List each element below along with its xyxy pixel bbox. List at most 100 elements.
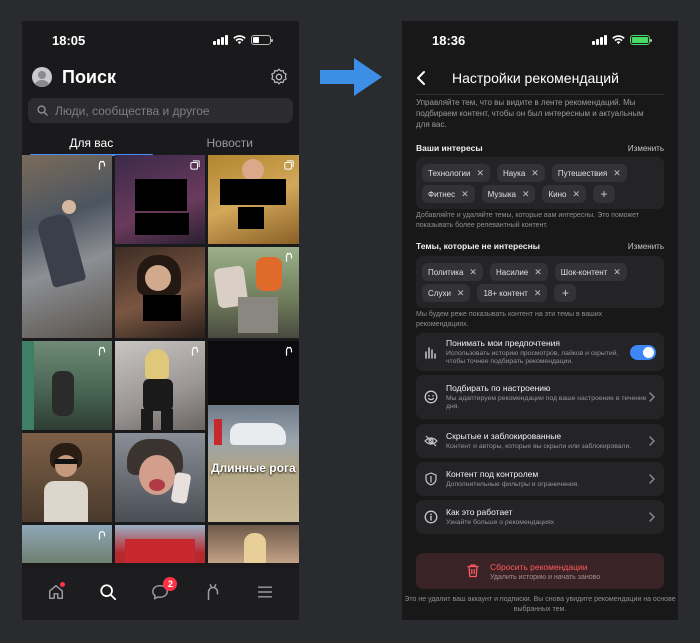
nav-clips[interactable] [198,577,228,607]
interest-chip[interactable]: Наука ✕ [497,164,545,182]
topic-chip[interactable]: Насилие ✕ [489,263,548,281]
topic-chip[interactable]: Политика ✕ [422,263,483,281]
grid-tile[interactable] [208,155,299,244]
interest-chip[interactable]: Фитнес ✕ [422,185,475,203]
interest-chip[interactable]: Кино ✕ [542,185,587,203]
reset-recommendations-button[interactable]: Сбросить рекомендации Удалить историю и … [416,553,664,589]
search-icon [37,105,48,116]
grid-tile[interactable] [208,247,299,338]
clips-icon [207,584,218,600]
chevron-right-icon [649,512,655,522]
grid-tile[interactable] [208,525,299,563]
grid-tile[interactable] [22,341,112,430]
grid-tile[interactable] [115,433,205,522]
grid-tile[interactable] [208,341,299,405]
tab-for-you[interactable]: Для вас [22,132,161,156]
recommendation-settings-screen: 18:36 Настройки рекомендаций Управляйте … [402,21,678,620]
grid-tile[interactable] [115,247,205,338]
tab-news[interactable]: Новости [161,132,300,156]
page-title: Поиск [62,66,117,87]
nav-home[interactable] [41,577,71,607]
remove-icon[interactable]: ✕ [572,189,580,199]
row-subtitle: Контент и авторы, которые вы скрыли или … [446,442,632,450]
grid-tile[interactable] [22,525,112,563]
remove-icon[interactable]: ✕ [469,267,477,277]
grid-tile[interactable] [22,433,112,522]
chevron-left-icon [417,71,425,85]
hidden-blocked-row[interactable]: Скрытые и заблокированные Контент и авто… [416,424,664,458]
interest-chip[interactable]: Технологии ✕ [422,164,491,182]
mood-row[interactable]: Подбирать по настроению Мы адаптируем ре… [416,375,664,419]
row-title: Контент под контролем [446,468,539,479]
grid-tile[interactable] [22,155,112,338]
avatar[interactable] [32,67,52,87]
nav-search[interactable] [93,577,123,607]
chevron-right-icon [649,436,655,446]
section-title: Темы, которые не интересны [416,241,540,251]
search-input[interactable]: Люди, сообщества и другое [28,98,293,123]
remove-icon[interactable]: ✕ [531,168,539,178]
row-subtitle: Дополнительные фильтры и ограничения. [446,480,580,488]
edit-interests-link[interactable]: Изменить [628,144,664,153]
clip-icon [191,346,199,356]
content-grid: Длинные рога [22,155,299,563]
settings-gear-icon[interactable] [269,67,289,87]
clip-icon [285,252,293,262]
page-title: Настройки рекомендаций [452,70,619,86]
nav-menu[interactable] [250,577,280,607]
messages-badge: 2 [163,577,178,591]
add-topic-button[interactable]: + [554,284,577,302]
how-it-works-row[interactable]: Как это работает Узнайте больше о рекоме… [416,500,664,534]
status-time: 18:36 [432,32,466,48]
divider [416,94,664,95]
remove-icon[interactable]: ✕ [613,168,621,178]
wifi-icon [612,35,625,45]
search-screen: 18:05 Поиск Люди, сообщества и другое Дл… [22,21,299,620]
clip-icon [98,346,106,356]
row-title: Скрытые и заблокированные [446,430,562,441]
eye-off-icon [424,435,438,447]
gallery-icon [190,160,200,170]
preferences-toggle-row[interactable]: Понимать мои предпочтения Использовать и… [416,333,664,371]
trash-icon [467,564,479,578]
grid-tile[interactable] [115,341,205,430]
not-interested-panel: Политика ✕ Насилие ✕ Шок-контент ✕ Слухи ✕ 1… [416,256,664,308]
smile-icon [424,390,438,404]
row-title: Подбирать по настроению [446,382,551,393]
remove-icon[interactable]: ✕ [613,267,621,277]
feed-tabs: Для вас Новости [22,132,299,156]
remove-icon[interactable]: ✕ [476,168,484,178]
not-interested-hint: Мы будем реже показывать контент на эти … [416,311,603,328]
gallery-icon [284,160,294,170]
nav-messages[interactable]: 2 [145,577,178,607]
interest-chip[interactable]: Путешествия ✕ [551,164,627,182]
topic-chip[interactable]: Слухи ✕ [422,284,471,302]
topic-chip[interactable]: 18+ контент ✕ [477,284,548,302]
clip-icon [285,346,293,356]
chevron-right-icon [649,392,655,402]
info-icon [424,510,438,524]
grid-tile[interactable] [115,155,205,244]
interest-chip[interactable]: Музыка ✕ [481,185,536,203]
search-icon [100,584,117,601]
add-interest-button[interactable]: + [593,185,616,203]
back-button[interactable] [406,63,436,93]
remove-icon[interactable]: ✕ [457,288,465,298]
section-title: Ваши интересы [416,143,483,153]
remove-icon[interactable]: ✕ [534,288,542,298]
remove-icon[interactable]: ✕ [534,267,542,277]
grid-tile[interactable]: Длинные рога [208,405,299,522]
row-subtitle: Использовать историю просмотров, лайков … [446,349,619,366]
grid-tile[interactable] [115,525,205,563]
chevron-right-icon [649,474,655,484]
remove-icon[interactable]: ✕ [522,189,530,199]
row-title: Как это работает [446,506,513,517]
content-control-row[interactable]: Контент под контролем Дополнительные фил… [416,462,664,496]
status-bar: 18:05 [22,21,299,59]
reset-subtitle: Удалить историю и начать заново [490,573,601,581]
status-bar: 18:36 [402,21,678,59]
topic-chip[interactable]: Шок-контент ✕ [554,263,627,281]
remove-icon[interactable]: ✕ [461,189,469,199]
edit-not-interested-link[interactable]: Изменить [628,242,664,251]
preferences-toggle[interactable] [630,344,656,360]
